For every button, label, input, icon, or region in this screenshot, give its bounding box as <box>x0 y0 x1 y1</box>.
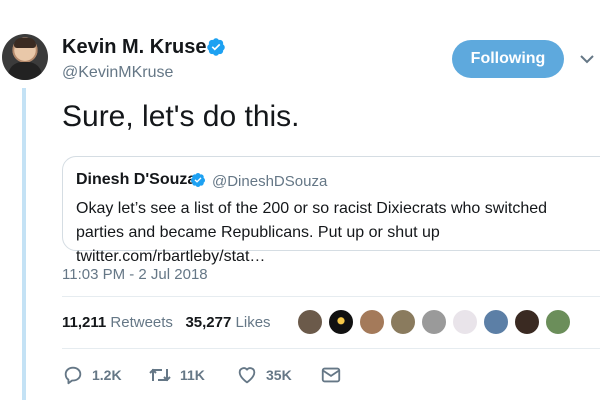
divider <box>62 348 600 349</box>
retweets-stat[interactable]: 11,211 Retweets <box>62 314 173 331</box>
liker-avatar[interactable] <box>389 308 417 336</box>
retweet-button[interactable]: 11K <box>148 364 205 386</box>
reply-button[interactable]: 1.2K <box>62 364 122 386</box>
liker-avatar[interactable] <box>482 308 510 336</box>
engagement-stats: 11,211 Retweets 35,277 Likes <box>62 314 271 331</box>
quoted-author-handle: @DineshDSouza <box>212 173 328 190</box>
liker-avatar[interactable] <box>451 308 479 336</box>
like-button[interactable]: 35K <box>236 364 292 386</box>
retweets-label: Retweets <box>110 314 173 331</box>
retweets-count: 11,211 <box>62 314 107 331</box>
quoted-tweet[interactable]: Dinesh D'Souza @DineshDSouza Okay let’s … <box>62 156 600 265</box>
tweet-text: Sure, let's do this. <box>62 100 300 133</box>
divider <box>62 296 600 297</box>
following-button[interactable]: Following <box>452 40 564 78</box>
liker-avatar[interactable] <box>513 308 541 336</box>
reply-count: 1.2K <box>92 367 122 383</box>
retweet-count: 11K <box>180 367 205 383</box>
retweet-icon <box>149 368 171 382</box>
heart-icon <box>238 367 256 384</box>
liker-avatar[interactable] <box>296 308 324 336</box>
avatar[interactable] <box>2 34 48 80</box>
verified-badge-icon <box>190 173 205 187</box>
thread-line <box>22 88 26 400</box>
tweet-timestamp[interactable]: 11:03 PM - 2 Jul 2018 <box>62 266 208 283</box>
liker-avatar[interactable] <box>420 308 448 336</box>
quoted-author-name: Dinesh D'Souza <box>76 171 197 188</box>
quoted-tweet-text: Okay let’s see a list of the 200 or so r… <box>76 200 548 265</box>
avatar-shirt <box>8 62 42 80</box>
verified-badge-icon <box>207 38 225 56</box>
liker-avatar[interactable] <box>327 308 355 336</box>
like-count: 35K <box>266 367 292 383</box>
reply-icon <box>64 366 82 385</box>
avatar-hair <box>14 38 36 48</box>
author-name[interactable]: Kevin M. Kruse <box>62 36 206 59</box>
author-handle[interactable]: @KevinMKruse <box>62 64 173 82</box>
direct-message-icon <box>321 367 341 383</box>
liker-avatar[interactable] <box>358 308 386 336</box>
direct-message-button[interactable] <box>320 364 350 386</box>
likes-label: Likes <box>235 314 271 331</box>
liker-avatar[interactable] <box>544 308 572 336</box>
chevron-down-icon[interactable] <box>580 54 594 64</box>
likes-count: 35,277 <box>185 314 232 331</box>
likes-stat[interactable]: 35,277 Likes <box>185 314 270 331</box>
